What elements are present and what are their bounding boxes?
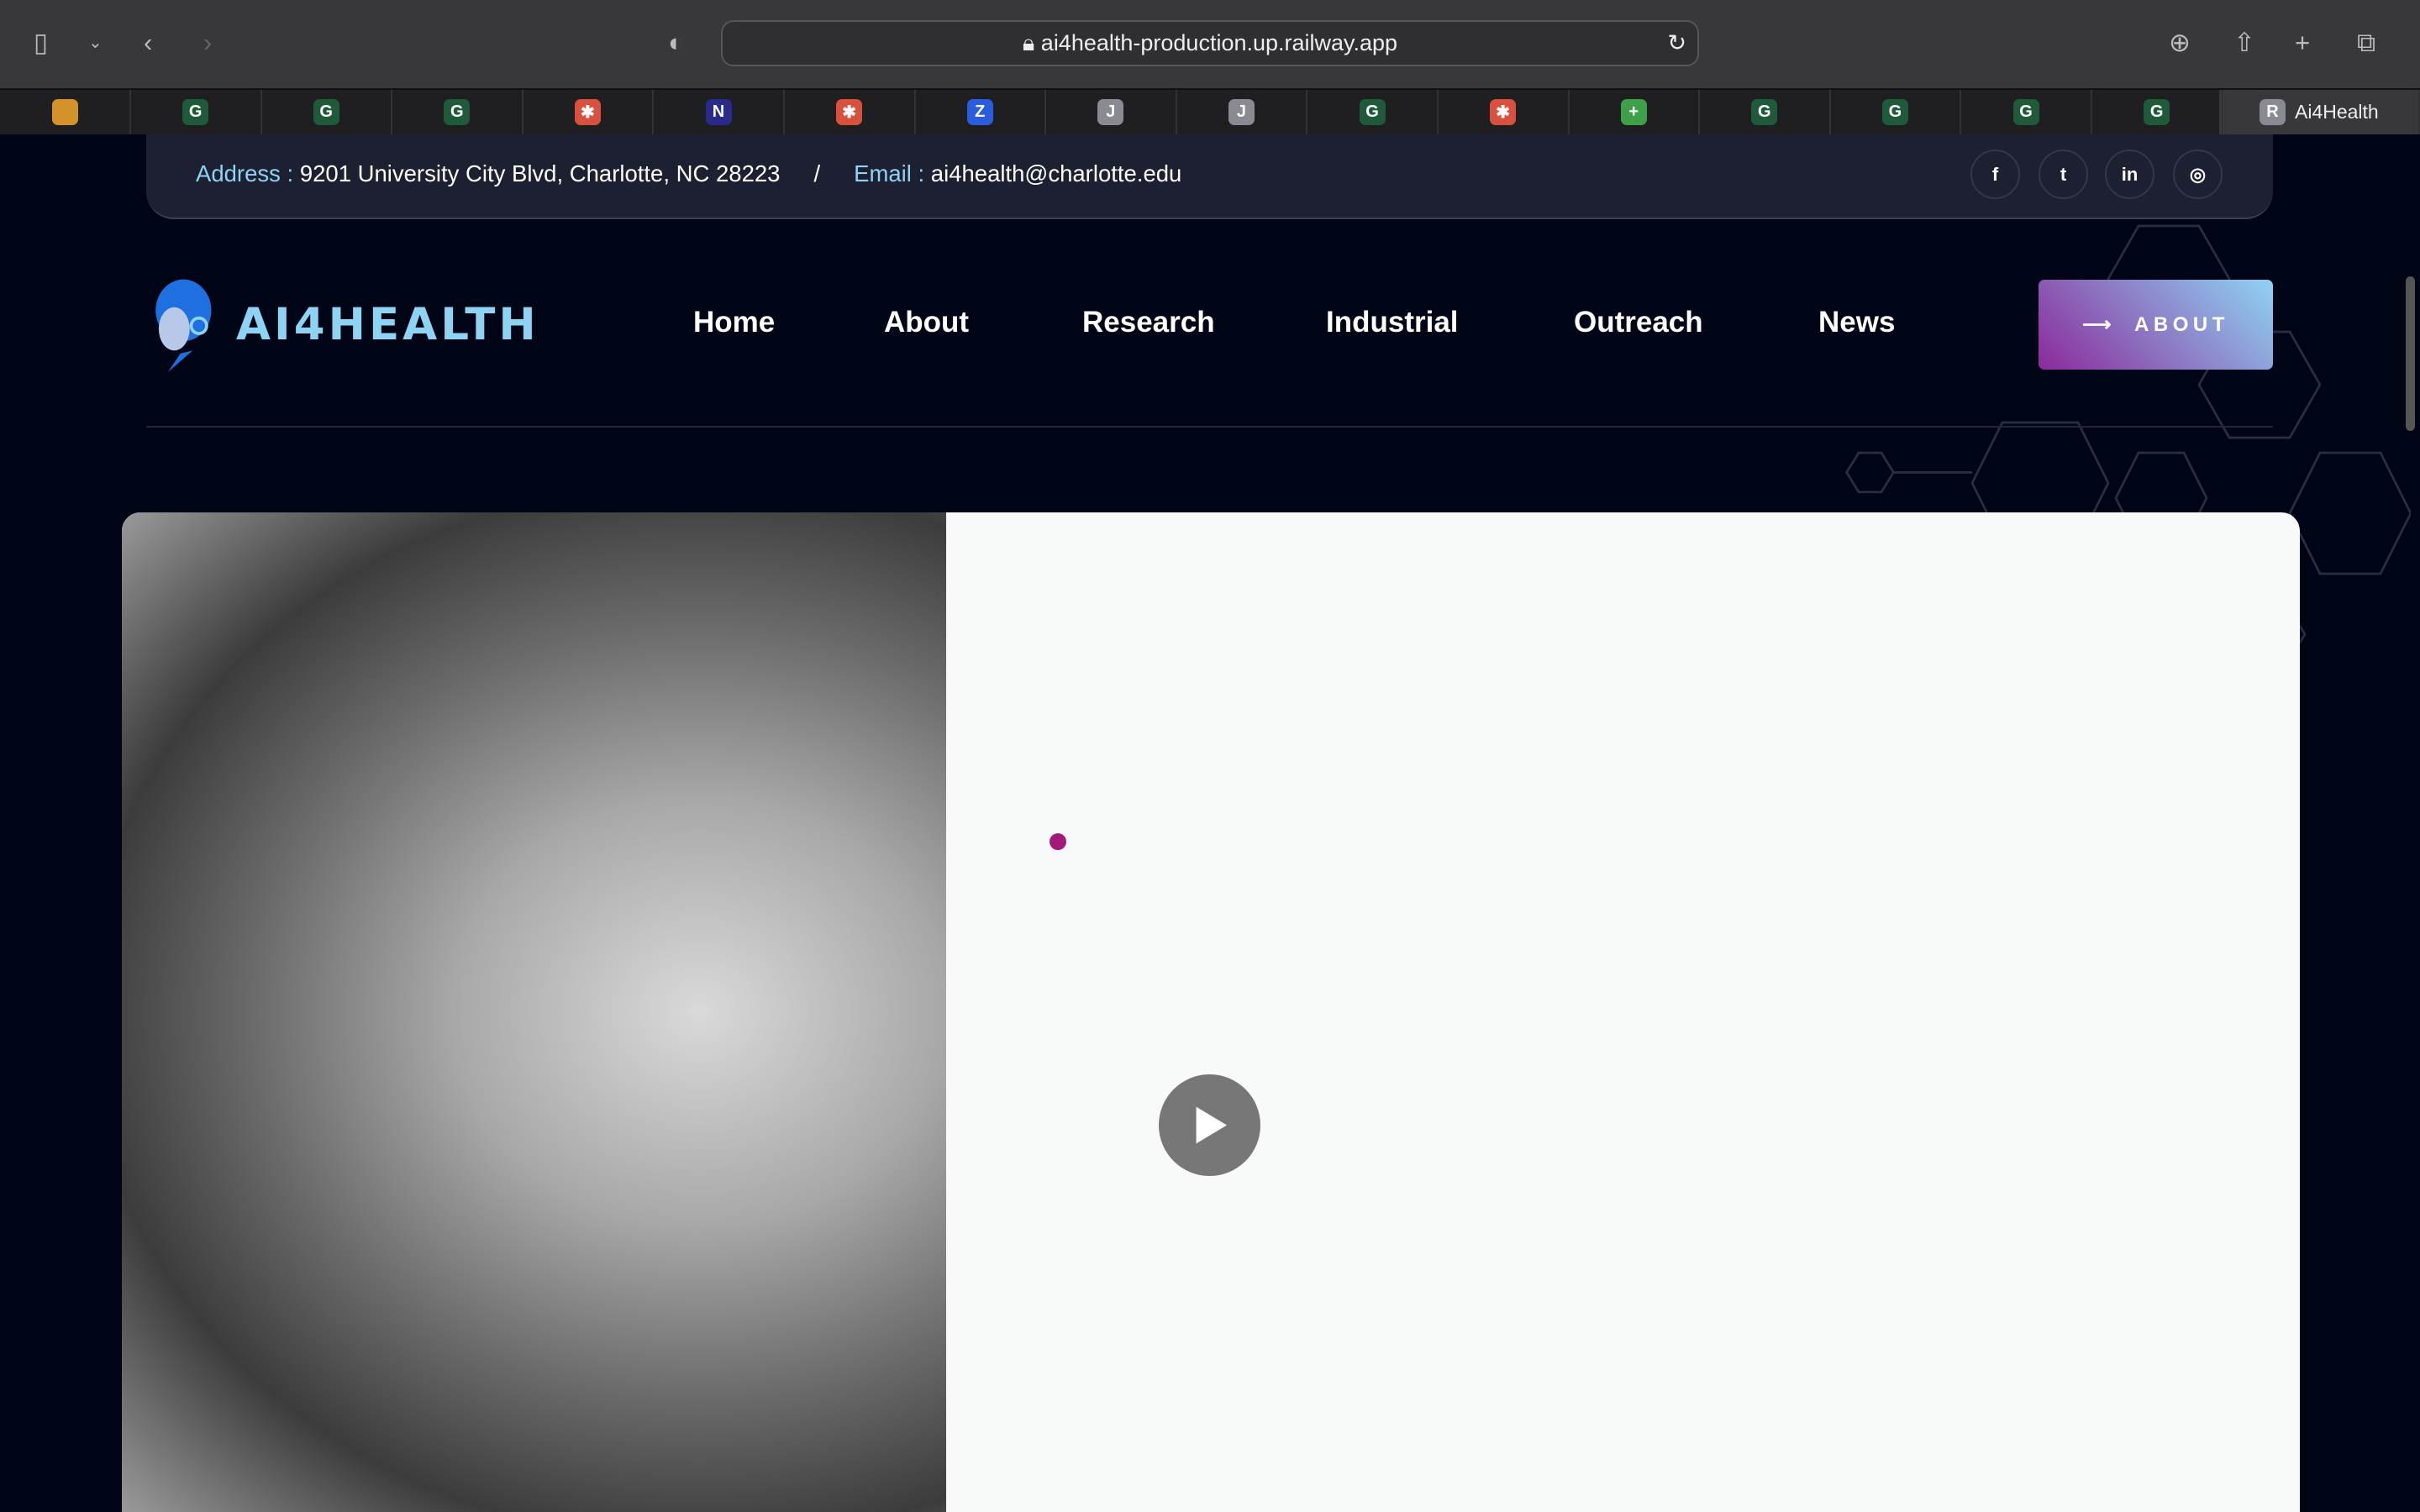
- tab-favicon: Z: [966, 99, 993, 125]
- nav-research[interactable]: Research: [1082, 306, 1215, 339]
- back-icon[interactable]: ‹: [144, 26, 152, 60]
- twitter-icon[interactable]: t: [2039, 150, 2088, 199]
- about-button-label: ABOUT: [2134, 312, 2229, 336]
- browser-toolbar: ▯ ⌄ ‹ › ◐ 🔒︎ ai4health-production.up.rai…: [0, 0, 2420, 88]
- tab-favicon: G: [182, 99, 209, 125]
- url-text: ai4health-production.up.railway.app: [1040, 30, 1398, 55]
- browser-tab[interactable]: J: [1046, 90, 1177, 134]
- forward-icon[interactable]: ›: [203, 26, 212, 60]
- browser-tab[interactable]: G: [261, 90, 393, 134]
- browser-tab[interactable]: +: [1569, 90, 1701, 134]
- address-label: Address :: [196, 160, 294, 186]
- browser-tab[interactable]: G: [1700, 90, 1831, 134]
- play-icon: [1196, 1106, 1227, 1144]
- separator: /: [813, 160, 821, 186]
- tab-favicon: G: [2012, 99, 2039, 125]
- tab-favicon: N: [705, 99, 732, 125]
- address-value: 9201 University City Blvd, Charlotte, NC…: [299, 160, 781, 186]
- arrow-right-icon: ⟶: [2082, 313, 2117, 336]
- tab-favicon: J: [1228, 99, 1255, 125]
- tab-favicon: R: [2260, 99, 2286, 125]
- browser-tab[interactable]: ✱: [523, 90, 655, 134]
- browser-tab[interactable]: G: [1961, 90, 2092, 134]
- browser-tab[interactable]: N: [654, 90, 785, 134]
- robot-head-icon: [155, 279, 212, 372]
- about-button[interactable]: ⟶ ABOUT: [2039, 280, 2273, 370]
- facebook-icon[interactable]: f: [1970, 150, 2020, 199]
- tab-favicon: J: [1097, 99, 1124, 125]
- dribbble-icon[interactable]: ◎: [2173, 150, 2223, 199]
- shield-icon[interactable]: ◐: [668, 26, 684, 60]
- nav-home[interactable]: Home: [693, 306, 775, 339]
- play-video-button[interactable]: [1159, 1074, 1260, 1176]
- divider: [146, 426, 2273, 428]
- linkedin-icon[interactable]: in: [2105, 150, 2154, 199]
- browser-tab[interactable]: J: [1176, 90, 1308, 134]
- logo[interactable]: AI4HEALTH: [146, 276, 539, 372]
- share-icon[interactable]: ⇧: [2233, 26, 2255, 60]
- logo-text: AI4HEALTH: [236, 298, 539, 350]
- nav-outreach[interactable]: Outreach: [1574, 306, 1703, 339]
- browser-tab[interactable]: ✱: [1439, 90, 1570, 134]
- tab-favicon: ✱: [1490, 99, 1517, 125]
- tab-favicon: G: [1359, 99, 1386, 125]
- email-link[interactable]: ai4health@charlotte.edu: [931, 160, 1182, 186]
- tab-bar: R Ai4Health G G G ✱ N ✱ Z J J G ✱ + G G G G: [0, 88, 2420, 134]
- address-bar[interactable]: 🔒︎ ai4health-production.up.railway.app ↻: [721, 20, 1699, 66]
- nav-about[interactable]: About: [884, 306, 969, 339]
- email-label: Email :: [854, 160, 925, 186]
- page: Address : 9201 University City Blvd, Cha…: [0, 134, 2420, 1512]
- nav-industrial[interactable]: Industrial: [1326, 306, 1459, 339]
- tab-favicon: G: [444, 99, 471, 125]
- tab-favicon: G: [2144, 99, 2170, 125]
- nav-news[interactable]: News: [1818, 306, 1895, 339]
- browser-tab[interactable]: ✱: [785, 90, 916, 134]
- tab-favicon: ✱: [574, 99, 601, 125]
- robot-face-image: [122, 512, 946, 1512]
- tab-favicon: G: [1751, 99, 1778, 125]
- sidebar-icon[interactable]: ▯: [34, 26, 48, 60]
- reload-icon[interactable]: ↻: [1667, 22, 1686, 65]
- browser-tab[interactable]: G: [131, 90, 262, 134]
- tab-favicon: G: [313, 99, 339, 125]
- tab-favicon: G: [1881, 99, 1908, 125]
- browser-tab[interactable]: G: [1307, 90, 1439, 134]
- chevron-down-icon[interactable]: ⌄: [88, 26, 103, 60]
- lock-icon: 🔒︎: [1022, 30, 1041, 55]
- tab-title: Ai4Health: [2295, 101, 2379, 123]
- tab-active[interactable]: R Ai4Health: [2219, 90, 2420, 134]
- download-icon[interactable]: ⊕: [2169, 26, 2191, 60]
- tab-favicon: +: [1620, 99, 1647, 125]
- browser-tab[interactable]: [0, 90, 131, 134]
- tab-favicon: [51, 99, 78, 125]
- browser-tab[interactable]: G: [392, 90, 523, 134]
- scrollbar[interactable]: [2406, 276, 2415, 431]
- tab-overview-icon[interactable]: ⧉: [2357, 26, 2375, 60]
- browser-tab[interactable]: G: [1830, 90, 1962, 134]
- new-tab-icon[interactable]: +: [2295, 26, 2310, 60]
- browser-tab[interactable]: Z: [915, 90, 1047, 134]
- contact-bar: Address : 9201 University City Blvd, Cha…: [146, 134, 2273, 219]
- decorative-dot: [1050, 833, 1066, 850]
- tab-favicon: ✱: [836, 99, 863, 125]
- browser-tab[interactable]: G: [2092, 90, 2223, 134]
- hero-section: [122, 512, 2300, 1512]
